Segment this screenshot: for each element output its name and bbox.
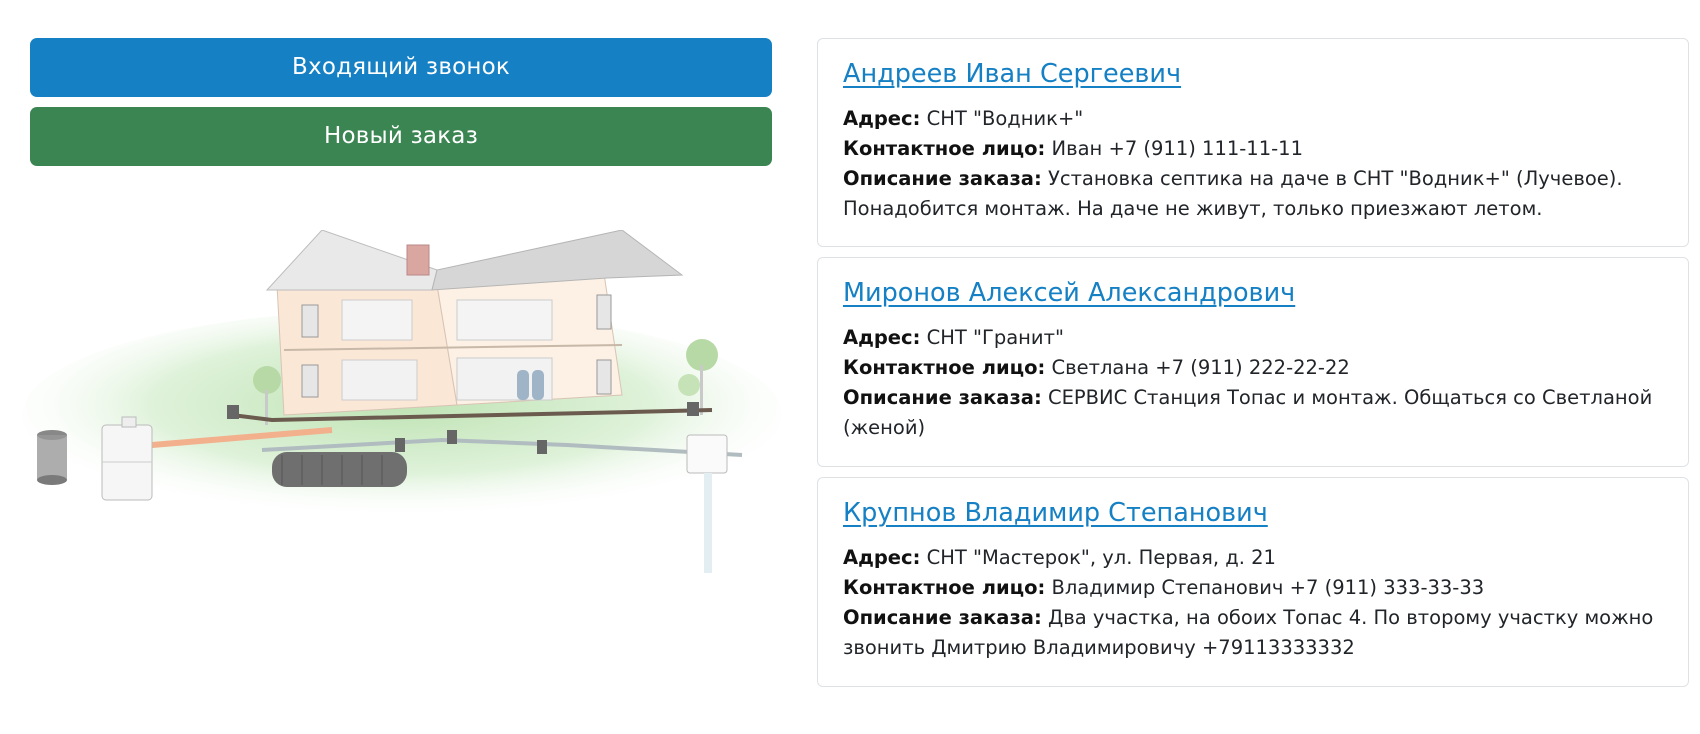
manhole <box>395 438 405 452</box>
left-panel: Входящий звонок Новый заказ <box>30 38 772 166</box>
infiltration-tunnel <box>272 452 407 487</box>
septic-tank <box>101 416 153 501</box>
address-label: Адрес: <box>843 107 921 130</box>
order-contact: Контактное лицо: Владимир Степанович +7 … <box>843 573 1663 603</box>
order-description: Описание заказа: СЕРВИС Станция Топас и … <box>843 383 1663 443</box>
order-card: Андреев Иван Сергеевич Адрес: СНТ "Водни… <box>817 38 1689 247</box>
order-contact: Контактное лицо: Иван +7 (911) 111-11-11 <box>843 134 1663 164</box>
contact-value: Светлана +7 (911) 222-22-22 <box>1051 356 1350 379</box>
manhole <box>447 430 457 444</box>
manhole <box>687 402 699 416</box>
orders-list: Андреев Иван Сергеевич Адрес: СНТ "Водни… <box>817 38 1689 697</box>
description-label: Описание заказа: <box>843 167 1042 190</box>
contact-label: Контактное лицо: <box>843 356 1046 379</box>
order-contact: Контактное лицо: Светлана +7 (911) 222-2… <box>843 353 1663 383</box>
contact-label: Контактное лицо: <box>843 576 1046 599</box>
order-description: Описание заказа: Два участка, на обоих Т… <box>843 603 1663 663</box>
manhole <box>227 405 239 419</box>
water-well <box>686 434 728 573</box>
customer-name-link[interactable]: Миронов Алексей Александрович <box>843 276 1663 310</box>
order-address: Адрес: СНТ "Гранит" <box>843 323 1663 353</box>
contact-label: Контактное лицо: <box>843 137 1046 160</box>
address-label: Адрес: <box>843 546 921 569</box>
order-address: Адрес: СНТ "Мастерок", ул. Первая, д. 21 <box>843 543 1663 573</box>
address-value: СНТ "Водник+" <box>926 107 1084 130</box>
order-description: Описание заказа: Установка септика на да… <box>843 164 1663 224</box>
order-card: Миронов Алексей Александрович Адрес: СНТ… <box>817 257 1689 467</box>
filter-well <box>37 430 67 485</box>
description-label: Описание заказа: <box>843 606 1042 629</box>
address-label: Адрес: <box>843 326 921 349</box>
description-label: Описание заказа: <box>843 386 1042 409</box>
house-septic-illustration <box>22 230 782 573</box>
customer-name-link[interactable]: Андреев Иван Сергеевич <box>843 57 1663 91</box>
order-card: Крупнов Владимир Степанович Адрес: СНТ "… <box>817 477 1689 687</box>
incoming-call-button[interactable]: Входящий звонок <box>30 38 772 97</box>
contact-value: Владимир Степанович +7 (911) 333-33-33 <box>1051 576 1485 599</box>
new-order-button[interactable]: Новый заказ <box>30 107 772 166</box>
house <box>265 230 684 416</box>
address-value: СНТ "Мастерок", ул. Первая, д. 21 <box>926 546 1276 569</box>
order-address: Адрес: СНТ "Водник+" <box>843 104 1663 134</box>
customer-name-link[interactable]: Крупнов Владимир Степанович <box>843 496 1663 530</box>
address-value: СНТ "Гранит" <box>926 326 1064 349</box>
manhole <box>537 440 547 454</box>
contact-value: Иван +7 (911) 111-11-11 <box>1051 137 1303 160</box>
